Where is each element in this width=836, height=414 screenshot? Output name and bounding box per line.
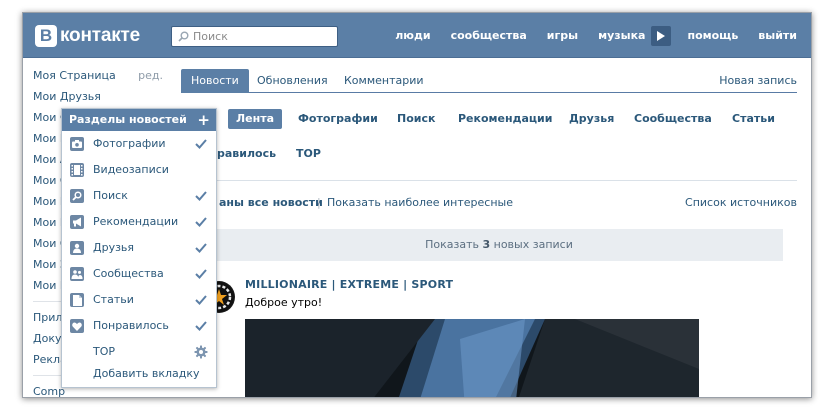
- checkmark-icon: [194, 189, 208, 203]
- people-icon: [70, 267, 84, 281]
- film-icon: [70, 163, 84, 177]
- nav-music[interactable]: музыка: [588, 29, 655, 42]
- article-icon: [70, 293, 84, 307]
- post-author[interactable]: MILLIONAIRE | EXTREME | SPORT: [245, 278, 453, 291]
- section-search[interactable]: Поиск: [397, 109, 435, 129]
- dropdown-item-label: Фотографии: [93, 137, 166, 150]
- dropdown-item-label: Поиск: [93, 189, 128, 202]
- play-icon[interactable]: [651, 25, 672, 46]
- search-icon: [178, 31, 189, 42]
- checkmark-icon: [194, 319, 208, 333]
- new-posts-prefix: Показать: [425, 238, 483, 251]
- nav-logout[interactable]: выйти: [748, 29, 811, 42]
- dropdown-item-label: Понравилось: [93, 319, 169, 332]
- edit-link[interactable]: ред.: [138, 65, 163, 86]
- logo-mark: В: [35, 25, 57, 47]
- add-tab-link[interactable]: Добавить вкладку: [93, 361, 200, 387]
- nav-help[interactable]: помощь: [677, 29, 748, 42]
- browser-window: В контакте люди сообщества игры музыка п…: [22, 12, 812, 398]
- dropdown-header: Разделы новостей +: [62, 109, 216, 131]
- dropdown-item-label: Статьи: [93, 293, 134, 306]
- dropdown-item-search[interactable]: Поиск: [62, 183, 216, 209]
- camera-icon: [70, 137, 84, 151]
- dropdown-item-videos[interactable]: Видеозаписи: [62, 157, 216, 183]
- filter-interesting[interactable]: Показать наиболее интересные: [327, 196, 513, 209]
- vk-logo[interactable]: В контакте: [35, 25, 140, 47]
- section-photos[interactable]: Фотографии: [298, 109, 378, 129]
- checkmark-icon: [194, 241, 208, 255]
- dropdown-item-friends[interactable]: Друзья: [62, 235, 216, 261]
- tab-comments[interactable]: Комментарии: [344, 69, 424, 93]
- filter-separator: |: [317, 196, 321, 209]
- news-sections: Лента Фотографии Поиск Рекомендации Друз…: [181, 101, 797, 181]
- search-icon: [70, 189, 84, 203]
- news-filters: аны все новости | Показать наиболее инте…: [181, 193, 797, 213]
- show-new-posts-button[interactable]: Показать 3 новых записи: [215, 229, 783, 261]
- dropdown-title: Разделы новостей: [69, 113, 187, 126]
- dropdown-item-photos[interactable]: Фотографии: [62, 131, 216, 157]
- megaphone-icon: [70, 215, 84, 229]
- dropdown-item-recommendations[interactable]: Рекомендации: [62, 209, 216, 235]
- section-friends[interactable]: Друзья: [569, 109, 614, 129]
- post-text: Доброе утро!: [245, 296, 323, 309]
- nav-communities[interactable]: сообщества: [441, 29, 537, 42]
- search-input[interactable]: [193, 30, 333, 43]
- nav-games[interactable]: игры: [537, 29, 588, 42]
- checkmark-icon: [194, 215, 208, 229]
- dropdown-item-label: Видеозаписи: [93, 163, 169, 176]
- gear-icon[interactable]: [194, 345, 208, 359]
- new-post-link[interactable]: Новая запись: [719, 69, 797, 93]
- sources-list-link[interactable]: Список источников: [685, 196, 797, 209]
- sidebar-item-friends[interactable]: Мои Друзья: [33, 86, 163, 107]
- checkmark-icon: [194, 137, 208, 151]
- news-tabs: Новости Обновления Комментарии Новая зап…: [181, 69, 797, 93]
- section-articles[interactable]: Статьи: [732, 109, 775, 129]
- section-liked[interactable]: равилось: [217, 144, 276, 164]
- new-posts-suffix: новых записи: [490, 238, 573, 251]
- dropdown-item-label: Рекомендации: [93, 215, 179, 228]
- heart-icon: [70, 319, 84, 333]
- person-icon: [70, 241, 84, 255]
- dropdown-item-communities[interactable]: Сообщества: [62, 261, 216, 287]
- top-nav: люди сообщества игры музыка помощь выйти: [385, 13, 811, 58]
- news-sections-dropdown: Разделы новостей + Фотографии Видеозапис…: [61, 108, 217, 388]
- filter-all-news[interactable]: аны все новости: [219, 196, 323, 209]
- section-recommendations[interactable]: Рекомендации: [458, 109, 552, 129]
- add-icon[interactable]: +: [197, 109, 210, 131]
- nav-people[interactable]: люди: [385, 29, 440, 42]
- section-feed[interactable]: Лента: [228, 109, 282, 129]
- section-top[interactable]: TOP: [296, 144, 321, 164]
- logo-text: контакте: [60, 25, 140, 46]
- tab-news[interactable]: Новости: [181, 69, 249, 93]
- dropdown-item-label: Сообщества: [93, 267, 164, 280]
- new-posts-count: 3: [482, 238, 491, 251]
- checkmark-icon: [194, 267, 208, 281]
- checkmark-icon: [194, 293, 208, 307]
- post-image[interactable]: [245, 319, 699, 397]
- top-header: В контакте люди сообщества игры музыка п…: [23, 13, 811, 58]
- section-communities[interactable]: Сообщества: [634, 109, 712, 129]
- search-box[interactable]: [171, 26, 338, 47]
- sidebar-item-label: Моя Страница: [33, 69, 116, 82]
- dropdown-item-articles[interactable]: Статьи: [62, 287, 216, 313]
- sidebar-item-my-page[interactable]: Моя Страница ред.: [33, 65, 163, 86]
- dropdown-item-liked[interactable]: Понравилось: [62, 313, 216, 339]
- dropdown-item-label: Друзья: [93, 241, 135, 254]
- tab-updates[interactable]: Обновления: [257, 69, 328, 93]
